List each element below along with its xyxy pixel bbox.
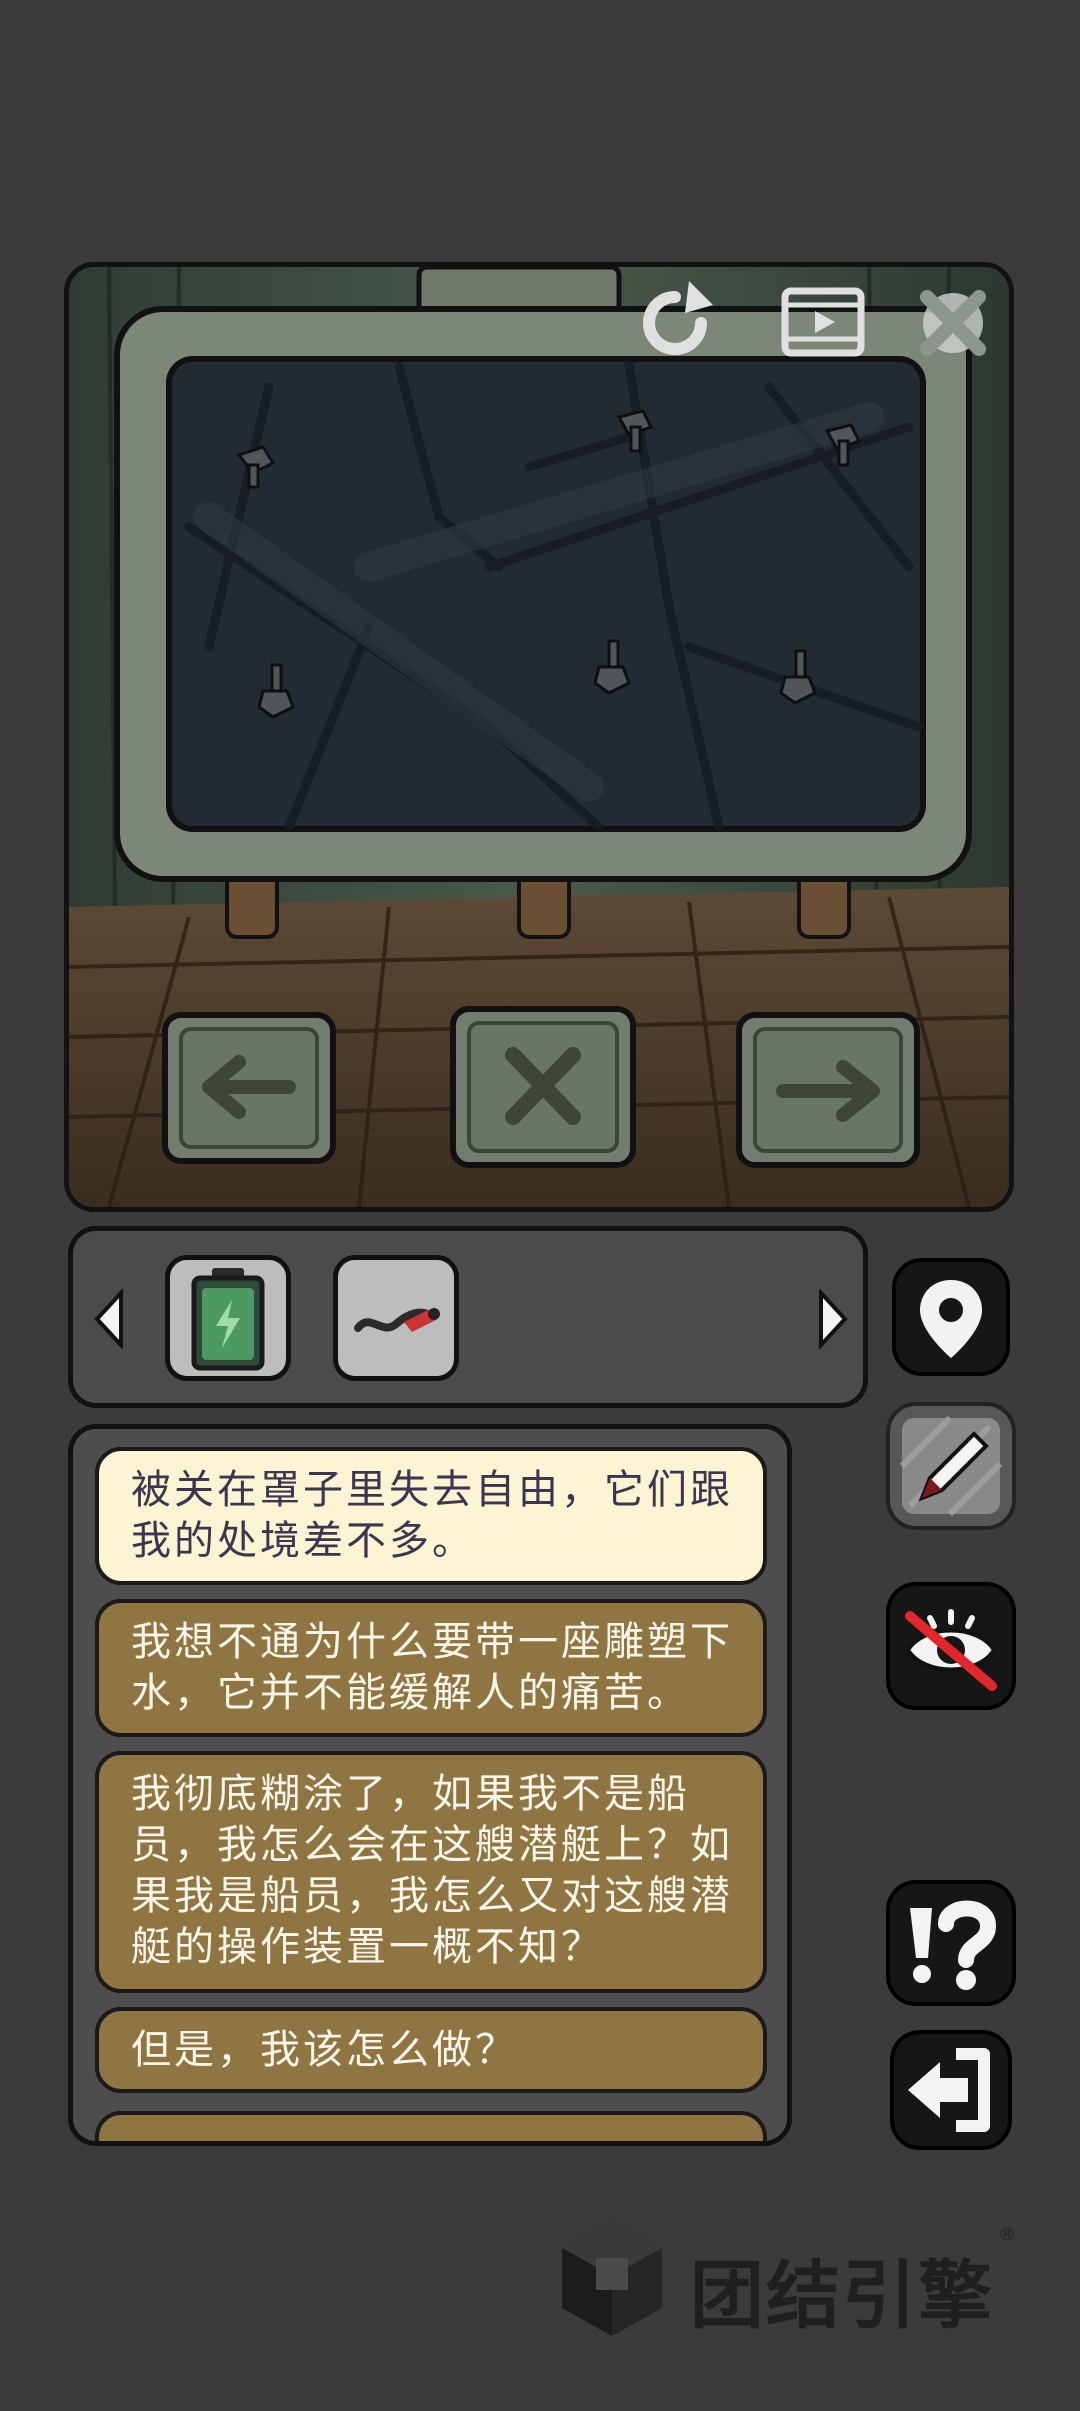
left-arrow-button[interactable]	[159, 1007, 339, 1167]
engine-logo-icon	[562, 2220, 662, 2336]
dialogue-line: 我想不通为什么要带一座雕塑下水，它并不能缓解人的痛苦。	[95, 1599, 767, 1737]
video-hint-icon[interactable]	[777, 277, 869, 369]
exit-icon	[908, 2048, 990, 2132]
right-arrow-icon	[736, 1012, 920, 1168]
inventory-next-arrow-icon[interactable]	[811, 1287, 851, 1351]
exit-button[interactable]	[890, 2030, 1012, 2150]
rewind-icon[interactable]	[629, 277, 721, 369]
close-x-button[interactable]	[447, 1001, 639, 1171]
toggle-visibility-button[interactable]	[886, 1582, 1016, 1710]
dialogue-line: 但是，我该怎么做？	[95, 2007, 767, 2093]
map-pin-button[interactable]	[892, 1258, 1010, 1376]
inventory-prev-arrow-icon[interactable]	[91, 1287, 131, 1351]
battery-icon	[191, 1268, 265, 1371]
registered-mark: ®	[998, 2224, 1016, 2245]
eye-hidden-icon	[905, 1609, 997, 1691]
hint-button[interactable]	[886, 1880, 1016, 2006]
dialogue-log[interactable]: 被关在罩子里失去自由，它们跟我的处境差不多。 我想不通为什么要带一座雕塑下水，它…	[68, 1424, 792, 2146]
notes-button[interactable]	[886, 1402, 1016, 1530]
dialogue-line-partial	[95, 2111, 767, 2141]
engine-watermark: 团结引擎 ®	[552, 2214, 1022, 2344]
close-x-icon	[450, 1006, 636, 1168]
inventory-slot-wire[interactable]	[333, 1255, 459, 1381]
right-arrow-button[interactable]	[733, 1007, 923, 1171]
game-scene[interactable]	[64, 262, 1014, 1212]
inventory-slot-battery[interactable]	[165, 1255, 291, 1381]
dialogue-line: 我彻底糊涂了，如果我不是船员，我怎么会在这艘潜艇上？如果我是船员，我怎么又对这艘…	[95, 1751, 767, 1993]
map-pin-icon	[920, 1280, 982, 1358]
pencil-icon	[899, 1415, 1003, 1517]
hint-icon	[910, 1900, 997, 1990]
wire-icon	[354, 1308, 440, 1332]
dialogue-line-current: 被关在罩子里失去自由，它们跟我的处境差不多。	[95, 1447, 767, 1585]
inventory-bar	[68, 1226, 868, 1408]
engine-watermark-text: 团结引擎	[690, 2253, 994, 2339]
left-arrow-icon	[162, 1012, 336, 1164]
settings-icon[interactable]	[907, 277, 999, 369]
